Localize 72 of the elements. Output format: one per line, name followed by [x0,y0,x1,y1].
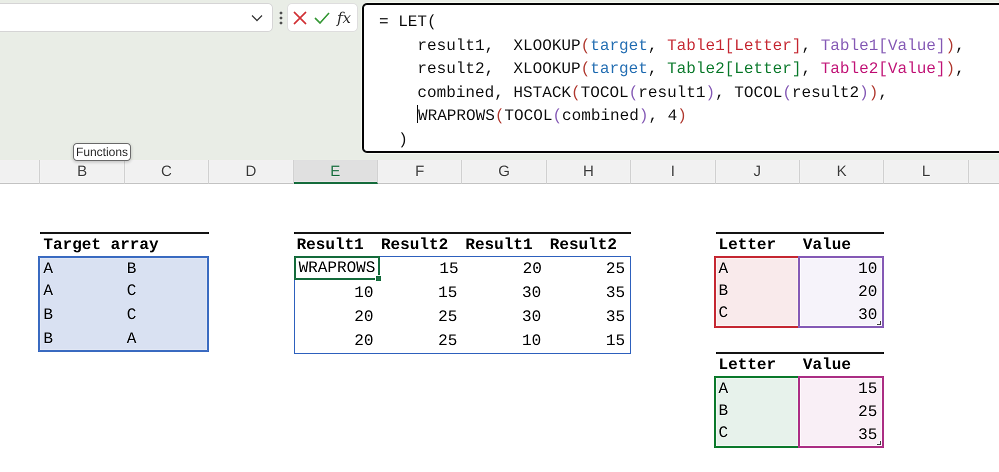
column-header[interactable]: D [209,160,294,184]
column-heading: Result1 [464,235,533,256]
table-cell-text: B [718,401,730,422]
table-cell-text: A [42,281,54,302]
table-cell-text: 35 [857,425,878,446]
table-cell-text: 25 [437,331,458,352]
table-cell-text: C [718,303,730,324]
table-cell-text: 15 [438,259,460,280]
table-cell-text: 30 [521,307,542,328]
resize-handle-icon[interactable] [877,321,882,325]
column-header[interactable]: J [716,160,800,184]
table-cell-text: C [718,423,730,444]
column-heading: Letter [718,355,776,376]
formula-line: ) [397,130,408,150]
column-header[interactable]: L [884,160,969,184]
formula-field[interactable] [362,3,999,153]
formula-line: = LET( [379,12,437,33]
table-cell-text: A [42,259,54,280]
table-cell-text: 20 [353,307,374,328]
table-cell-text: 15 [437,283,458,304]
table-cell-text: C [126,281,138,302]
table-cell-text: 35 [604,283,626,304]
formula-line: result1, XLOOKUP(target, Table1[Letter], Table1[Value]), [416,36,965,56]
more-options-icon[interactable] [279,11,283,25]
table-cell-text: 10 [857,259,878,280]
tooltip: Functions [73,143,132,161]
active-cell[interactable]: WRAPROWS [294,256,380,280]
column-header[interactable]: K [800,160,884,184]
chevron-down-icon[interactable] [251,14,263,22]
table-cell-text: 35 [604,307,626,328]
table-cell-text: 20 [857,282,878,303]
table-cell-text: A [126,329,138,350]
table-cell-text: 10 [353,283,374,304]
column-heading: Value [802,235,851,256]
column-header[interactable]: H [546,160,632,184]
formula-line: WRAPROWS(TOCOL(combined), 4) [416,105,687,127]
resize-handle-icon[interactable] [877,441,882,445]
formula-line: result2, XLOOKUP(target, Table2[Letter], Table2[Value]), [416,59,965,80]
column-heading: Value [802,355,851,376]
formula-line: combined, HSTACK(TOCOL(result1), TOCOL(result2)), [416,82,888,104]
table-cell-text: 15 [857,379,878,400]
table-cell-text: 30 [521,283,542,304]
table-cell-text: B [42,305,54,326]
column-heading: Result1 [296,235,364,256]
table-cell-text: 30 [857,305,878,326]
column-heading: Result2 [380,235,448,256]
column-header[interactable]: F [378,160,462,184]
table-cell-text: B [718,281,730,302]
cancel-icon[interactable] [293,10,307,24]
table-cell-text: B [126,259,138,280]
table-cell-text: A [718,379,730,400]
column-header[interactable]: B [40,160,125,184]
column-heading: Letter [718,235,776,256]
table-cell-text: 15 [604,331,626,352]
table-cell-text: C [126,305,138,326]
fill-handle[interactable] [375,275,382,282]
table-cell-text: 20 [522,259,543,280]
table-cell-text: B [42,329,54,350]
table-cell-text: 20 [353,331,374,352]
insert-function-button[interactable]: fx [337,8,352,26]
text-cursor [417,105,418,123]
column-header[interactable]: E [294,160,378,184]
column-heading: Result2 [548,235,617,256]
column-header[interactable]: G [462,160,547,184]
check-icon[interactable] [314,12,330,24]
column-header[interactable]: I [631,160,716,184]
table-cell-text: 25 [857,402,878,423]
table-cell-text: 10 [521,331,542,352]
table-cell-text: 25 [604,259,626,280]
table-cell-text: 25 [437,307,458,328]
table-cell-text: A [718,259,730,280]
column-header[interactable]: C [124,160,210,184]
